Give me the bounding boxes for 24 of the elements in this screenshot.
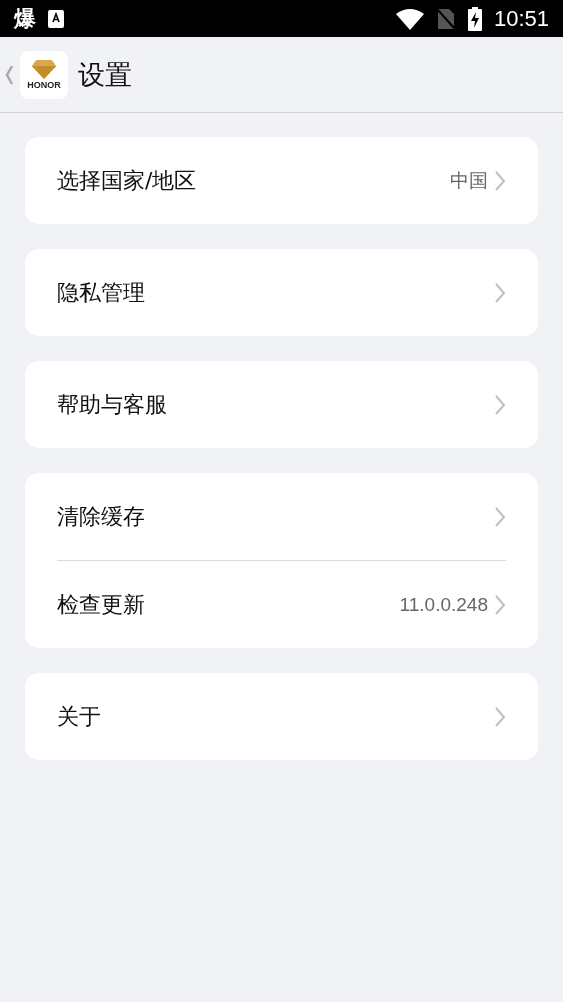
chevron-right-icon (494, 593, 506, 616)
chevron-right-icon (494, 281, 506, 304)
setting-label[interactable]: 选择国家/地区 (57, 165, 450, 196)
chevron-right-icon (494, 393, 506, 416)
setting-value: 中国 (450, 168, 488, 193)
battery-charging-icon (467, 6, 482, 31)
back-icon[interactable] (4, 63, 14, 86)
notification-icon: 爆 (14, 3, 36, 34)
diamond-icon (31, 59, 57, 80)
chevron-right-icon (494, 169, 506, 192)
setting-label[interactable]: 隐私管理 (57, 277, 494, 308)
no-sim-icon (435, 7, 456, 30)
keyboard-icon (48, 9, 64, 28)
chevron-right-icon (494, 705, 506, 728)
setting-label[interactable]: 检查更新 (57, 589, 400, 620)
setting-label[interactable]: 帮助与客服 (57, 389, 494, 420)
clock-time: 10:51 (493, 5, 549, 32)
chevron-right-icon (494, 505, 506, 528)
page-title: 设置 (78, 57, 132, 92)
wifi-icon (395, 7, 424, 30)
setting-value: 11.0.0.248 (399, 593, 488, 616)
logo-text: HONOR (27, 80, 61, 90)
setting-label[interactable]: 关于 (57, 701, 494, 732)
setting-label[interactable]: 清除缓存 (57, 501, 494, 532)
